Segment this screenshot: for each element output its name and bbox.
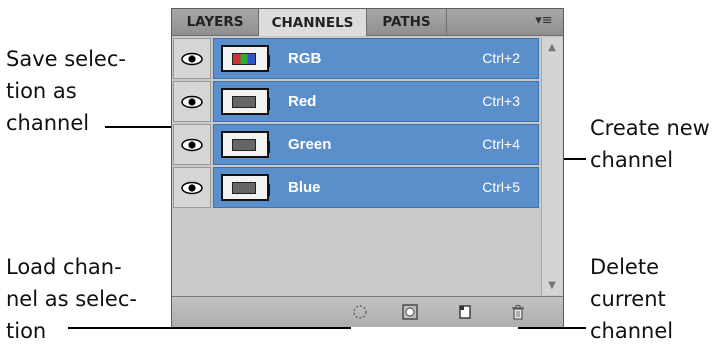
visibility-toggle[interactable]	[173, 124, 211, 165]
channel-name: RGB	[288, 50, 322, 67]
callout-load-channel: Load chan- nel as selec- tion	[6, 255, 137, 343]
channel-selection[interactable]: Red Ctrl+3	[213, 81, 539, 122]
channel-shortcut: Ctrl+3	[482, 93, 520, 109]
trash-icon	[512, 305, 524, 320]
callout-delete-channel: Delete current channel	[590, 255, 674, 343]
new-channel-icon	[459, 305, 471, 319]
channel-thumbnail	[221, 174, 270, 201]
channel-shortcut: Ctrl+4	[482, 136, 520, 152]
channel-name: Green	[288, 136, 332, 153]
save-selection-button[interactable]	[401, 303, 419, 321]
load-selection-icon	[353, 305, 367, 319]
channel-thumbnail	[221, 131, 270, 158]
eye-icon	[181, 52, 203, 65]
save-selection-icon	[402, 304, 418, 320]
channel-selection[interactable]: RGB Ctrl+2	[213, 38, 539, 79]
visibility-toggle[interactable]	[173, 38, 211, 79]
scroll-down-arrow-icon[interactable]: ▼	[542, 280, 562, 291]
load-selection-button[interactable]	[351, 303, 369, 321]
leader-load	[68, 327, 351, 329]
panel-tab-bar: LAYERS CHANNELS PATHS ▾≡	[172, 9, 563, 36]
channel-row-rgb[interactable]: RGB Ctrl+2	[173, 38, 539, 80]
new-channel-button[interactable]	[456, 303, 474, 321]
channel-selection[interactable]: Green Ctrl+4	[213, 124, 539, 165]
channel-shortcut: Ctrl+2	[482, 50, 520, 66]
eye-icon	[181, 181, 203, 194]
delete-channel-button[interactable]	[509, 303, 527, 321]
channel-row-blue[interactable]: Blue Ctrl+5	[173, 167, 539, 209]
callout-create-channel: Create new channel	[590, 116, 710, 172]
callout-save-selection: Save selec- tion as channel	[6, 47, 126, 135]
channel-name: Blue	[288, 179, 321, 196]
channel-shortcut: Ctrl+5	[482, 179, 520, 195]
channel-selection[interactable]: Blue Ctrl+5	[213, 167, 539, 208]
channel-row-red[interactable]: Red Ctrl+3	[173, 81, 539, 123]
tab-paths[interactable]: PATHS	[367, 9, 447, 35]
channel-thumbnail	[221, 88, 270, 115]
panel-footer	[172, 296, 563, 327]
channel-name: Red	[288, 93, 317, 110]
vertical-scrollbar[interactable]: ▲ ▼	[541, 38, 562, 295]
channel-thumbnail	[221, 45, 270, 72]
tab-layers[interactable]: LAYERS	[172, 9, 259, 35]
visibility-toggle[interactable]	[173, 167, 211, 208]
eye-icon	[181, 95, 203, 108]
leader-delete	[518, 327, 586, 329]
scroll-up-arrow-icon[interactable]: ▲	[542, 42, 562, 53]
channel-list: RGB Ctrl+2 Red Ctrl+3 Green Ctrl+4 Blue …	[173, 38, 539, 210]
eye-icon	[181, 138, 203, 151]
channels-panel: LAYERS CHANNELS PATHS ▾≡ RGB Ctrl+2 Red …	[171, 8, 564, 327]
panel-menu-icon[interactable]: ▾≡	[535, 13, 553, 29]
visibility-toggle[interactable]	[173, 81, 211, 122]
tab-channels[interactable]: CHANNELS	[259, 9, 367, 36]
channel-row-green[interactable]: Green Ctrl+4	[173, 124, 539, 166]
